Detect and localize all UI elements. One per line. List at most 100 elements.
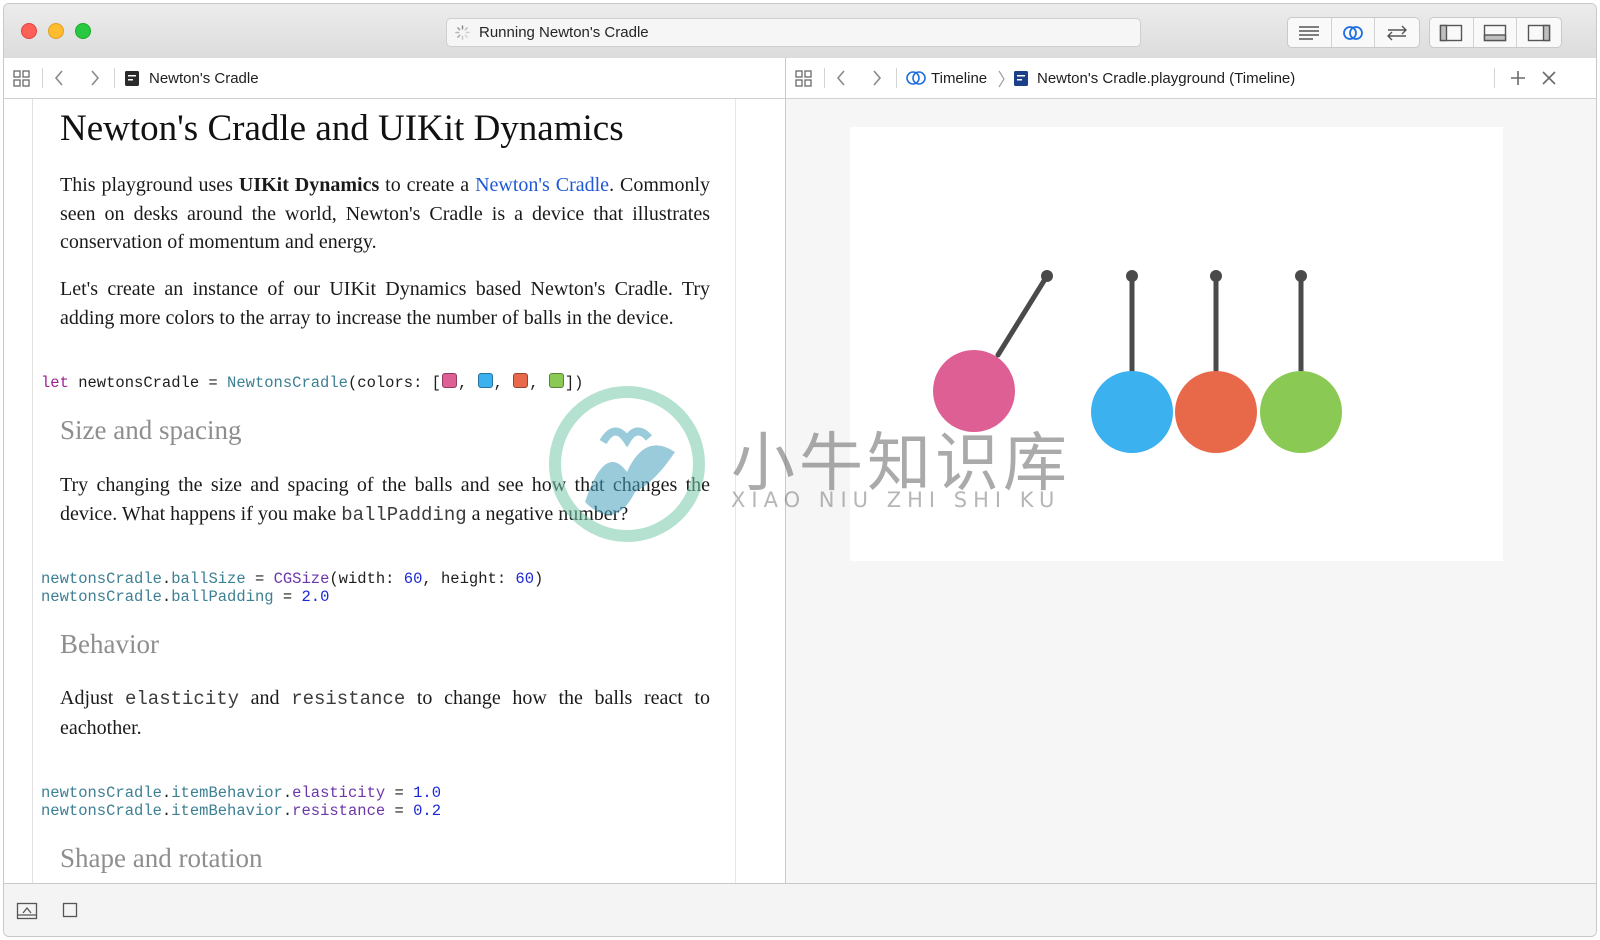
code-text: (colors: [ <box>347 374 441 392</box>
version-editor-icon <box>1387 25 1408 40</box>
cradle-string <box>995 273 1050 358</box>
behavior-text: Adjust <box>60 687 125 709</box>
code-text: = <box>385 802 414 820</box>
code-property: elasticity <box>292 784 386 802</box>
code-text: = <box>273 588 302 606</box>
create-instance-paragraph: Let's create an instance of our UIKit Dy… <box>60 278 710 329</box>
right-jumpbar-file[interactable]: Newton's Cradle.playground (Timeline) <box>1037 70 1295 87</box>
jumpbar-separator <box>1494 68 1495 88</box>
back-arrow-icon[interactable] <box>52 68 66 88</box>
forward-arrow-icon[interactable] <box>870 68 884 88</box>
close-window-button[interactable] <box>21 23 37 39</box>
code-variable: newtonsCradle <box>41 588 162 606</box>
jumpbar-separator <box>896 68 897 88</box>
code-text: = <box>245 570 274 588</box>
add-editor-icon[interactable] <box>1508 68 1528 88</box>
code-text: = <box>385 784 414 802</box>
close-editor-icon[interactable] <box>1539 68 1559 88</box>
code-keyword: let <box>41 374 69 392</box>
code-property: ballSize <box>171 570 246 588</box>
toggle-utilities-button[interactable] <box>1517 18 1561 47</box>
editor-gutter <box>4 99 33 883</box>
code-block-behavior[interactable]: newtonsCradle.itemBehavior.elasticity = … <box>41 784 441 820</box>
live-view[interactable] <box>850 127 1503 561</box>
code-text: , <box>493 374 513 392</box>
code-type: NewtonsCradle <box>227 374 348 392</box>
toggle-navigator-button[interactable] <box>1430 18 1474 47</box>
timeline-icon <box>906 71 926 85</box>
color-literal-pink[interactable] <box>441 373 457 388</box>
intro-text: to create a <box>379 174 476 196</box>
cradle-anchor <box>1210 270 1222 282</box>
code-text: newtonsCradle = <box>68 374 228 392</box>
heading-behavior: Behavior <box>60 629 159 659</box>
inline-code: elasticity <box>125 688 240 710</box>
forward-arrow-icon[interactable] <box>88 68 102 88</box>
code-text: . <box>161 784 172 802</box>
code-variable: newtonsCradle <box>41 784 162 802</box>
related-items-icon[interactable] <box>12 68 32 88</box>
size-text: a negative number? <box>466 502 629 525</box>
panel-toggle-control <box>1429 17 1562 48</box>
assistant-editor-button[interactable] <box>1332 18 1376 47</box>
behavior-paragraph: Adjust elasticity and resistance to chan… <box>60 684 710 742</box>
code-type: CGSize <box>273 570 330 588</box>
code-number: 60 <box>403 570 423 588</box>
code-number: 2.0 <box>301 588 330 606</box>
newtons-cradle-view <box>933 270 1342 453</box>
cradle-anchor <box>1126 270 1138 282</box>
code-block-size[interactable]: newtonsCradle.ballSize = CGSize(width: 6… <box>41 570 543 606</box>
code-text: . <box>282 802 293 820</box>
bottom-panel-icon <box>1483 24 1507 41</box>
cradle-ball-orange <box>1175 371 1257 453</box>
playground-window: Running Newton's Cradle Newton's Cradle … <box>3 3 1597 937</box>
timeline-breadcrumb[interactable]: Timeline <box>931 70 987 87</box>
code-text: . <box>161 588 172 606</box>
right-panel-icon <box>1527 24 1551 41</box>
timeline-pane <box>786 99 1596 883</box>
related-items-icon[interactable] <box>794 68 814 88</box>
code-property: ballPadding <box>171 588 274 606</box>
code-text: ]) <box>564 374 584 392</box>
zoom-window-button[interactable] <box>75 23 91 39</box>
cradle-anchor <box>1041 270 1053 282</box>
intro-bold-text: UIKit Dynamics <box>238 174 380 196</box>
left-jumpbar-file[interactable]: Newton's Cradle <box>149 70 259 87</box>
toggle-debug-area-button[interactable] <box>1474 18 1518 47</box>
newtons-cradle-link[interactable]: Newton's Cradle <box>475 174 609 196</box>
standard-editor-button[interactable] <box>1288 18 1332 47</box>
code-property: resistance <box>292 802 386 820</box>
playground-editor[interactable]: Newton's Cradle and UIKit Dynamics This … <box>4 99 785 883</box>
inline-code: resistance <box>291 688 406 710</box>
code-text: ) <box>534 570 544 588</box>
code-text: , <box>529 374 548 392</box>
behavior-text: and <box>239 687 292 709</box>
jumpbar-separator <box>114 68 115 88</box>
standard-editor-icon <box>1299 25 1320 40</box>
color-literal-orange[interactable] <box>513 373 529 388</box>
bottom-bar <box>4 883 1596 936</box>
color-literal-blue[interactable] <box>477 373 493 388</box>
code-text: . <box>161 570 172 588</box>
spinner-icon <box>455 25 470 40</box>
cradle-ball-pink <box>933 350 1015 432</box>
show-debug-area-icon[interactable] <box>16 902 38 920</box>
minimize-window-button[interactable] <box>48 23 64 39</box>
left-jump-bar: Newton's Cradle <box>4 58 785 99</box>
assistant-editor-icon <box>1343 25 1363 40</box>
activity-viewer: Running Newton's Cradle <box>446 18 1141 47</box>
code-property: itemBehavior <box>171 802 283 820</box>
code-number: 1.0 <box>413 784 441 802</box>
code-line-create-cradle[interactable]: let newtonsCradle = NewtonsCradle(colors… <box>41 373 583 392</box>
editor-mode-control <box>1287 17 1420 48</box>
activity-title: Running Newton's Cradle <box>479 24 649 41</box>
version-editor-button[interactable] <box>1375 18 1419 47</box>
code-text: , <box>457 374 477 392</box>
color-literal-green[interactable] <box>548 373 564 388</box>
code-number: 0.2 <box>413 802 441 820</box>
page-title: Newton's Cradle and UIKit Dynamics <box>60 108 624 149</box>
size-paragraph: Try changing the size and spacing of the… <box>60 471 710 529</box>
back-arrow-icon[interactable] <box>834 68 848 88</box>
code-number: 60 <box>515 570 535 588</box>
stop-execution-icon[interactable] <box>62 902 78 918</box>
